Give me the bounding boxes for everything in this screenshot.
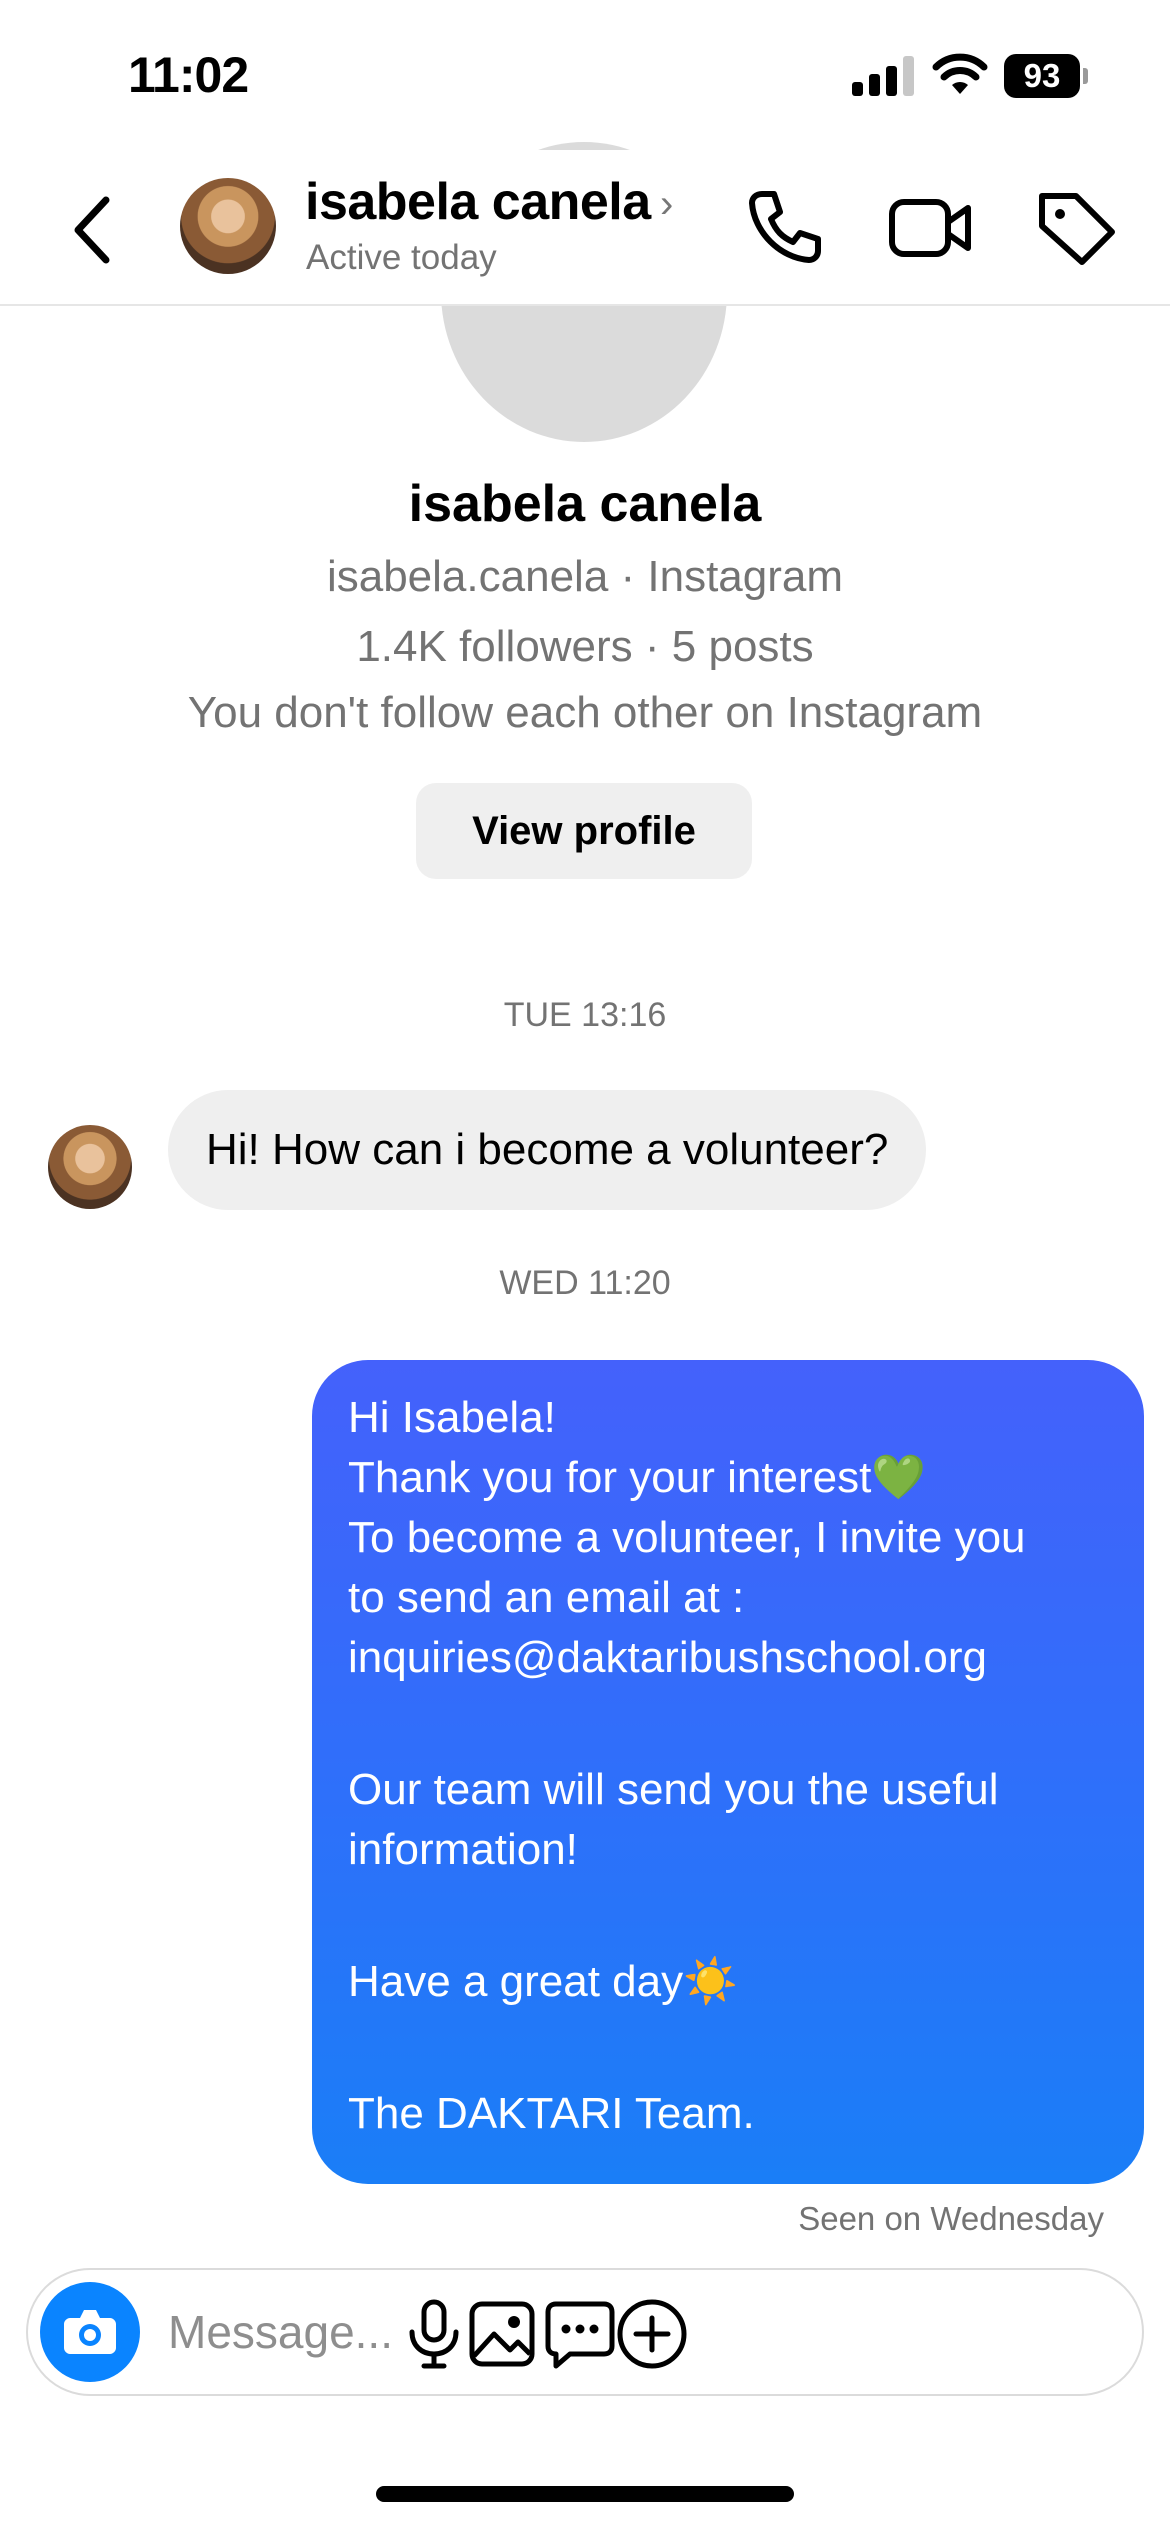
profile-stats: 1.4K followers · 5 posts — [356, 622, 814, 671]
video-icon[interactable] — [884, 182, 974, 272]
home-indicator[interactable] — [376, 2486, 794, 2502]
profile-name: isabela canela — [408, 475, 762, 533]
wifi-icon — [932, 53, 988, 94]
cellular-signal-icon — [852, 56, 914, 96]
header-activity-status: Active today — [306, 238, 497, 277]
incoming-message[interactable]: Hi! How can i become a volunteer? — [168, 1090, 927, 1210]
header-avatar[interactable] — [180, 178, 276, 274]
status-time: 11:02 — [128, 47, 249, 103]
message-line: Hi Isabela! — [348, 1393, 556, 1442]
sender-avatar[interactable] — [48, 1125, 132, 1209]
back-icon[interactable] — [66, 192, 120, 268]
message-email-link[interactable]: inquiries@daktaribushschool.org — [348, 1628, 1108, 1688]
view-profile-button[interactable]: View profile — [416, 783, 752, 879]
camera-icon — [64, 2310, 116, 2354]
timestamp: WED 11:20 — [499, 1264, 671, 1302]
chat-header: isabela canela › Active today — [0, 150, 1170, 306]
profile-handle: isabela.canela · Instagram — [326, 552, 844, 601]
message-line: The DAKTARI Team. — [348, 2089, 755, 2138]
header-contact-name[interactable]: isabela canela — [305, 172, 651, 232]
camera-button[interactable] — [40, 2282, 140, 2382]
message-line: information! — [348, 1825, 578, 1874]
gallery-icon[interactable] — [462, 2294, 542, 2374]
phone-icon[interactable] — [740, 182, 830, 272]
plus-icon[interactable] — [612, 2294, 692, 2374]
tag-icon[interactable] — [1030, 182, 1120, 272]
sticker-icon[interactable] — [540, 2294, 620, 2374]
profile-relation: You don't follow each other on Instagram — [187, 688, 983, 737]
battery-icon: 93 — [1004, 54, 1088, 98]
timestamp: TUE 13:16 — [503, 996, 667, 1034]
message-line: Thank you for your interest💚 — [348, 1453, 927, 1502]
seen-receipt: Seen on Wednesday — [798, 2200, 1104, 2237]
message-line: Have a great day☀️ — [348, 1957, 738, 2006]
battery-level: 93 — [1004, 54, 1080, 98]
outgoing-message[interactable]: Hi Isabela! Thank you for your interest💚… — [312, 1360, 1144, 2184]
message-line: Our team will send you the useful — [348, 1765, 999, 1814]
message-line: To become a volunteer, I invite you — [348, 1513, 1026, 1562]
message-line: to send an email at : — [348, 1573, 745, 1622]
chevron-right-icon[interactable]: › — [660, 182, 673, 227]
message-composer — [26, 2268, 1144, 2396]
